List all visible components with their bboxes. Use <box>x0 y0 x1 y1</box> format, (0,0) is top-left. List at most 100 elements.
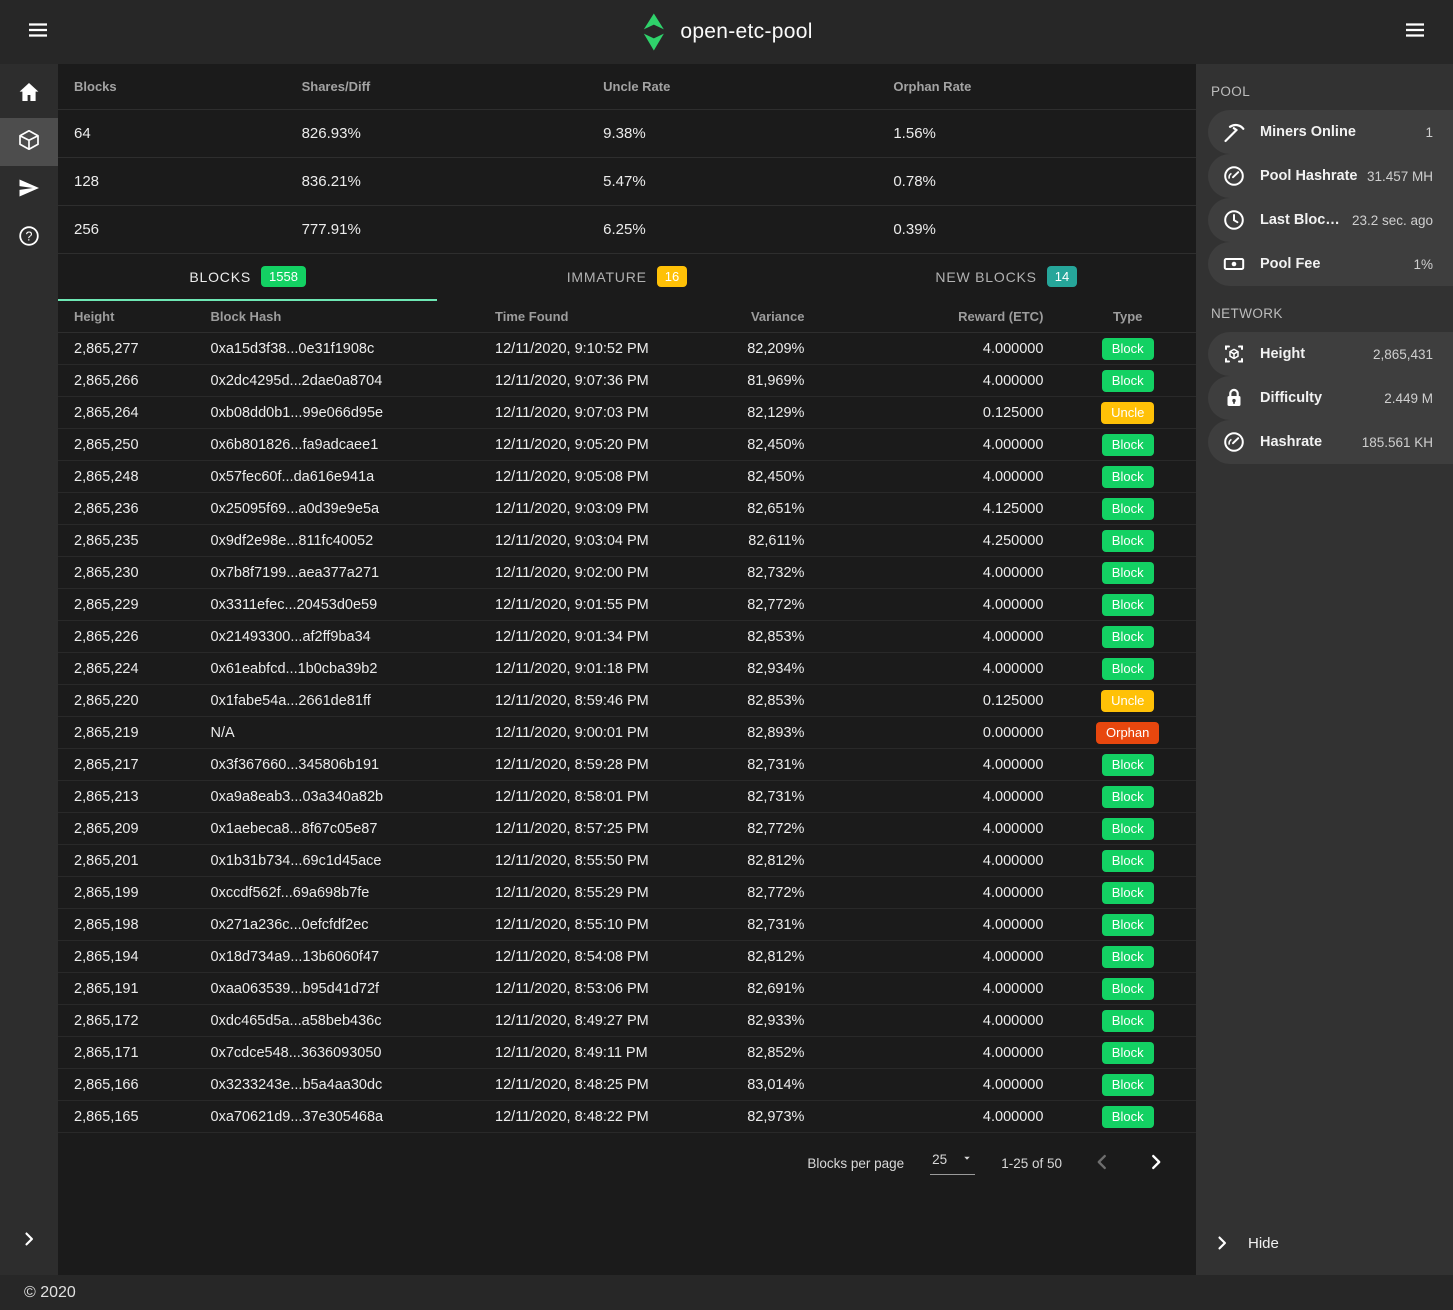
hash-cell[interactable]: 0x61eabfcd...1b0cba39b2 <box>195 653 480 685</box>
table-row: 2,865,248 0x57fec60f...da616e941a 12/11/… <box>58 461 1196 493</box>
table-row: 2,865,219 N/A 12/11/2020, 9:00:01 PM 82,… <box>58 717 1196 749</box>
sidebar-collapse-toggle[interactable] <box>0 1221 58 1261</box>
pool-section-title: POOL <box>1196 64 1453 110</box>
sidebar-item-blocks[interactable] <box>0 118 58 166</box>
next-page-button[interactable] <box>1142 1149 1170 1177</box>
table-row: 2,865,209 0x1aebeca8...8f67c05e87 12/11/… <box>58 813 1196 845</box>
variance-cell: 82,731% <box>707 781 821 813</box>
page-size-select[interactable]: 25 <box>930 1152 975 1175</box>
reward-cell: 4.000000 <box>820 973 1059 1005</box>
reward-cell: 4.000000 <box>820 621 1059 653</box>
stats-row: 128 836.21% 5.47% 0.78% <box>58 158 1196 206</box>
variance-cell: 82,209% <box>707 333 821 365</box>
reward-cell: 4.000000 <box>820 845 1059 877</box>
header-type: Type <box>1059 301 1196 333</box>
clock-icon <box>1208 208 1260 232</box>
stats-orphan-rate-cell: 0.78% <box>877 158 1196 206</box>
sidebar-item-help[interactable]: ? <box>0 214 58 262</box>
tab-label: New Blocks <box>935 269 1036 285</box>
stats-shares-diff-cell: 777.91% <box>286 206 588 254</box>
table-row: 2,865,201 0x1b31b734...69c1d45ace 12/11/… <box>58 845 1196 877</box>
reward-cell: 4.000000 <box>820 589 1059 621</box>
header-block-hash: Block Hash <box>195 301 480 333</box>
tab-blocks[interactable]: Blocks 1558 <box>58 254 437 301</box>
hash-cell[interactable]: 0x3311efec...20453d0e59 <box>195 589 480 621</box>
hash-cell[interactable]: 0x21493300...af2ff9ba34 <box>195 621 480 653</box>
stats-uncle-rate-cell: 9.38% <box>587 110 877 158</box>
table-row: 2,865,230 0x7b8f7199...aea377a271 12/11/… <box>58 557 1196 589</box>
height-cell: 2,865,172 <box>58 1005 195 1037</box>
variance-cell: 82,611% <box>707 525 821 557</box>
stat-value: 23.2 sec. ago <box>1346 213 1453 228</box>
hash-cell[interactable]: 0x7cdce548...3636093050 <box>195 1037 480 1069</box>
height-cell: 2,865,236 <box>58 493 195 525</box>
hash-cell[interactable]: 0xb08dd0b1...99e066d95e <box>195 397 480 429</box>
hash-cell[interactable]: 0xdc465d5a...a58beb436c <box>195 1005 480 1037</box>
hash-cell[interactable]: 0xa15d3f38...0e31f1908c <box>195 333 480 365</box>
hash-cell[interactable]: 0xccdf562f...69a698b7fe <box>195 877 480 909</box>
height-cell: 2,865,224 <box>58 653 195 685</box>
time-cell: 12/11/2020, 9:05:20 PM <box>479 429 707 461</box>
cube-scan-icon <box>1208 342 1260 366</box>
header-reward: Reward (ETC) <box>820 301 1059 333</box>
tab-immature[interactable]: Immature 16 <box>437 254 816 301</box>
reward-cell: 4.000000 <box>820 557 1059 589</box>
hash-cell[interactable]: 0x1aebeca8...8f67c05e87 <box>195 813 480 845</box>
stats-orphan-rate-cell: 0.39% <box>877 206 1196 254</box>
time-cell: 12/11/2020, 8:49:27 PM <box>479 1005 707 1037</box>
hash-cell[interactable]: 0x18d734a9...13b6060f47 <box>195 941 480 973</box>
blocks-header-row: Height Block Hash Time Found Variance Re… <box>58 301 1196 333</box>
hash-cell[interactable]: 0x25095f69...a0d39e9e5a <box>195 493 480 525</box>
hash-cell[interactable]: 0xaa063539...b95d41d72f <box>195 973 480 1005</box>
type-chip: Block <box>1102 338 1154 360</box>
prev-page-button[interactable] <box>1088 1149 1116 1177</box>
hash-cell[interactable]: 0x7b8f7199...aea377a271 <box>195 557 480 589</box>
hash-cell[interactable]: 0x57fec60f...da616e941a <box>195 461 480 493</box>
hash-cell[interactable]: 0x6b801826...fa9adcaee1 <box>195 429 480 461</box>
sidebar-item-home[interactable] <box>0 70 58 118</box>
right-sidebar: POOL Miners Online 1 Pool Hashrate <box>1196 64 1453 1275</box>
type-chip: Block <box>1102 466 1154 488</box>
time-cell: 12/11/2020, 8:55:50 PM <box>479 845 707 877</box>
chevron-right-icon <box>1196 1233 1248 1253</box>
reward-cell: 4.000000 <box>820 653 1059 685</box>
menu-button[interactable] <box>18 12 58 52</box>
hash-cell[interactable]: 0x3f367660...345806b191 <box>195 749 480 781</box>
hash-cell[interactable]: 0x2dc4295d...2dae0a8704 <box>195 365 480 397</box>
hide-sidebar-button[interactable]: Hide <box>1196 1221 1453 1265</box>
lock-icon <box>1208 386 1260 410</box>
chevron-left-icon <box>1091 1151 1113 1176</box>
type-chip: Block <box>1102 946 1154 968</box>
table-row: 2,865,199 0xccdf562f...69a698b7fe 12/11/… <box>58 877 1196 909</box>
hash-cell[interactable]: 0x271a236c...0efcfdf2ec <box>195 909 480 941</box>
hash-cell[interactable]: 0x1fabe54a...2661de81ff <box>195 685 480 717</box>
tab-new-blocks[interactable]: New Blocks 14 <box>817 254 1196 301</box>
reward-cell: 4.000000 <box>820 1069 1059 1101</box>
hash-cell[interactable]: N/A <box>195 717 480 749</box>
height-cell: 2,865,199 <box>58 877 195 909</box>
variance-cell: 83,014% <box>707 1069 821 1101</box>
table-row: 2,865,220 0x1fabe54a...2661de81ff 12/11/… <box>58 685 1196 717</box>
hash-cell[interactable]: 0x9df2e98e...811fc40052 <box>195 525 480 557</box>
sidebar-item-payments[interactable] <box>0 166 58 214</box>
hash-cell[interactable]: 0xa9a8eab3...03a340a82b <box>195 781 480 813</box>
variance-cell: 82,933% <box>707 1005 821 1037</box>
stat-value: 1% <box>1407 257 1453 272</box>
time-cell: 12/11/2020, 9:03:09 PM <box>479 493 707 525</box>
time-cell: 12/11/2020, 9:01:34 PM <box>479 621 707 653</box>
svg-text:?: ? <box>26 229 33 243</box>
pool-stats-table: Blocks Shares/Diff Uncle Rate Orphan Rat… <box>58 64 1196 254</box>
time-cell: 12/11/2020, 8:55:29 PM <box>479 877 707 909</box>
time-cell: 12/11/2020, 8:53:06 PM <box>479 973 707 1005</box>
hash-cell[interactable]: 0x1b31b734...69c1d45ace <box>195 845 480 877</box>
stat-item-miners-online: Miners Online 1 <box>1208 110 1453 154</box>
hash-cell[interactable]: 0x3233243e...b5a4aa30dc <box>195 1069 480 1101</box>
height-cell: 2,865,198 <box>58 909 195 941</box>
type-chip: Block <box>1102 434 1154 456</box>
hash-cell[interactable]: 0xa70621d9...37e305468a <box>195 1101 480 1133</box>
stats-header-row: Blocks Shares/Diff Uncle Rate Orphan Rat… <box>58 64 1196 110</box>
reward-cell: 4.000000 <box>820 813 1059 845</box>
menu-button-right[interactable] <box>1395 12 1435 52</box>
stat-value: 31.457 MH <box>1361 169 1453 184</box>
reward-cell: 4.000000 <box>820 1101 1059 1133</box>
